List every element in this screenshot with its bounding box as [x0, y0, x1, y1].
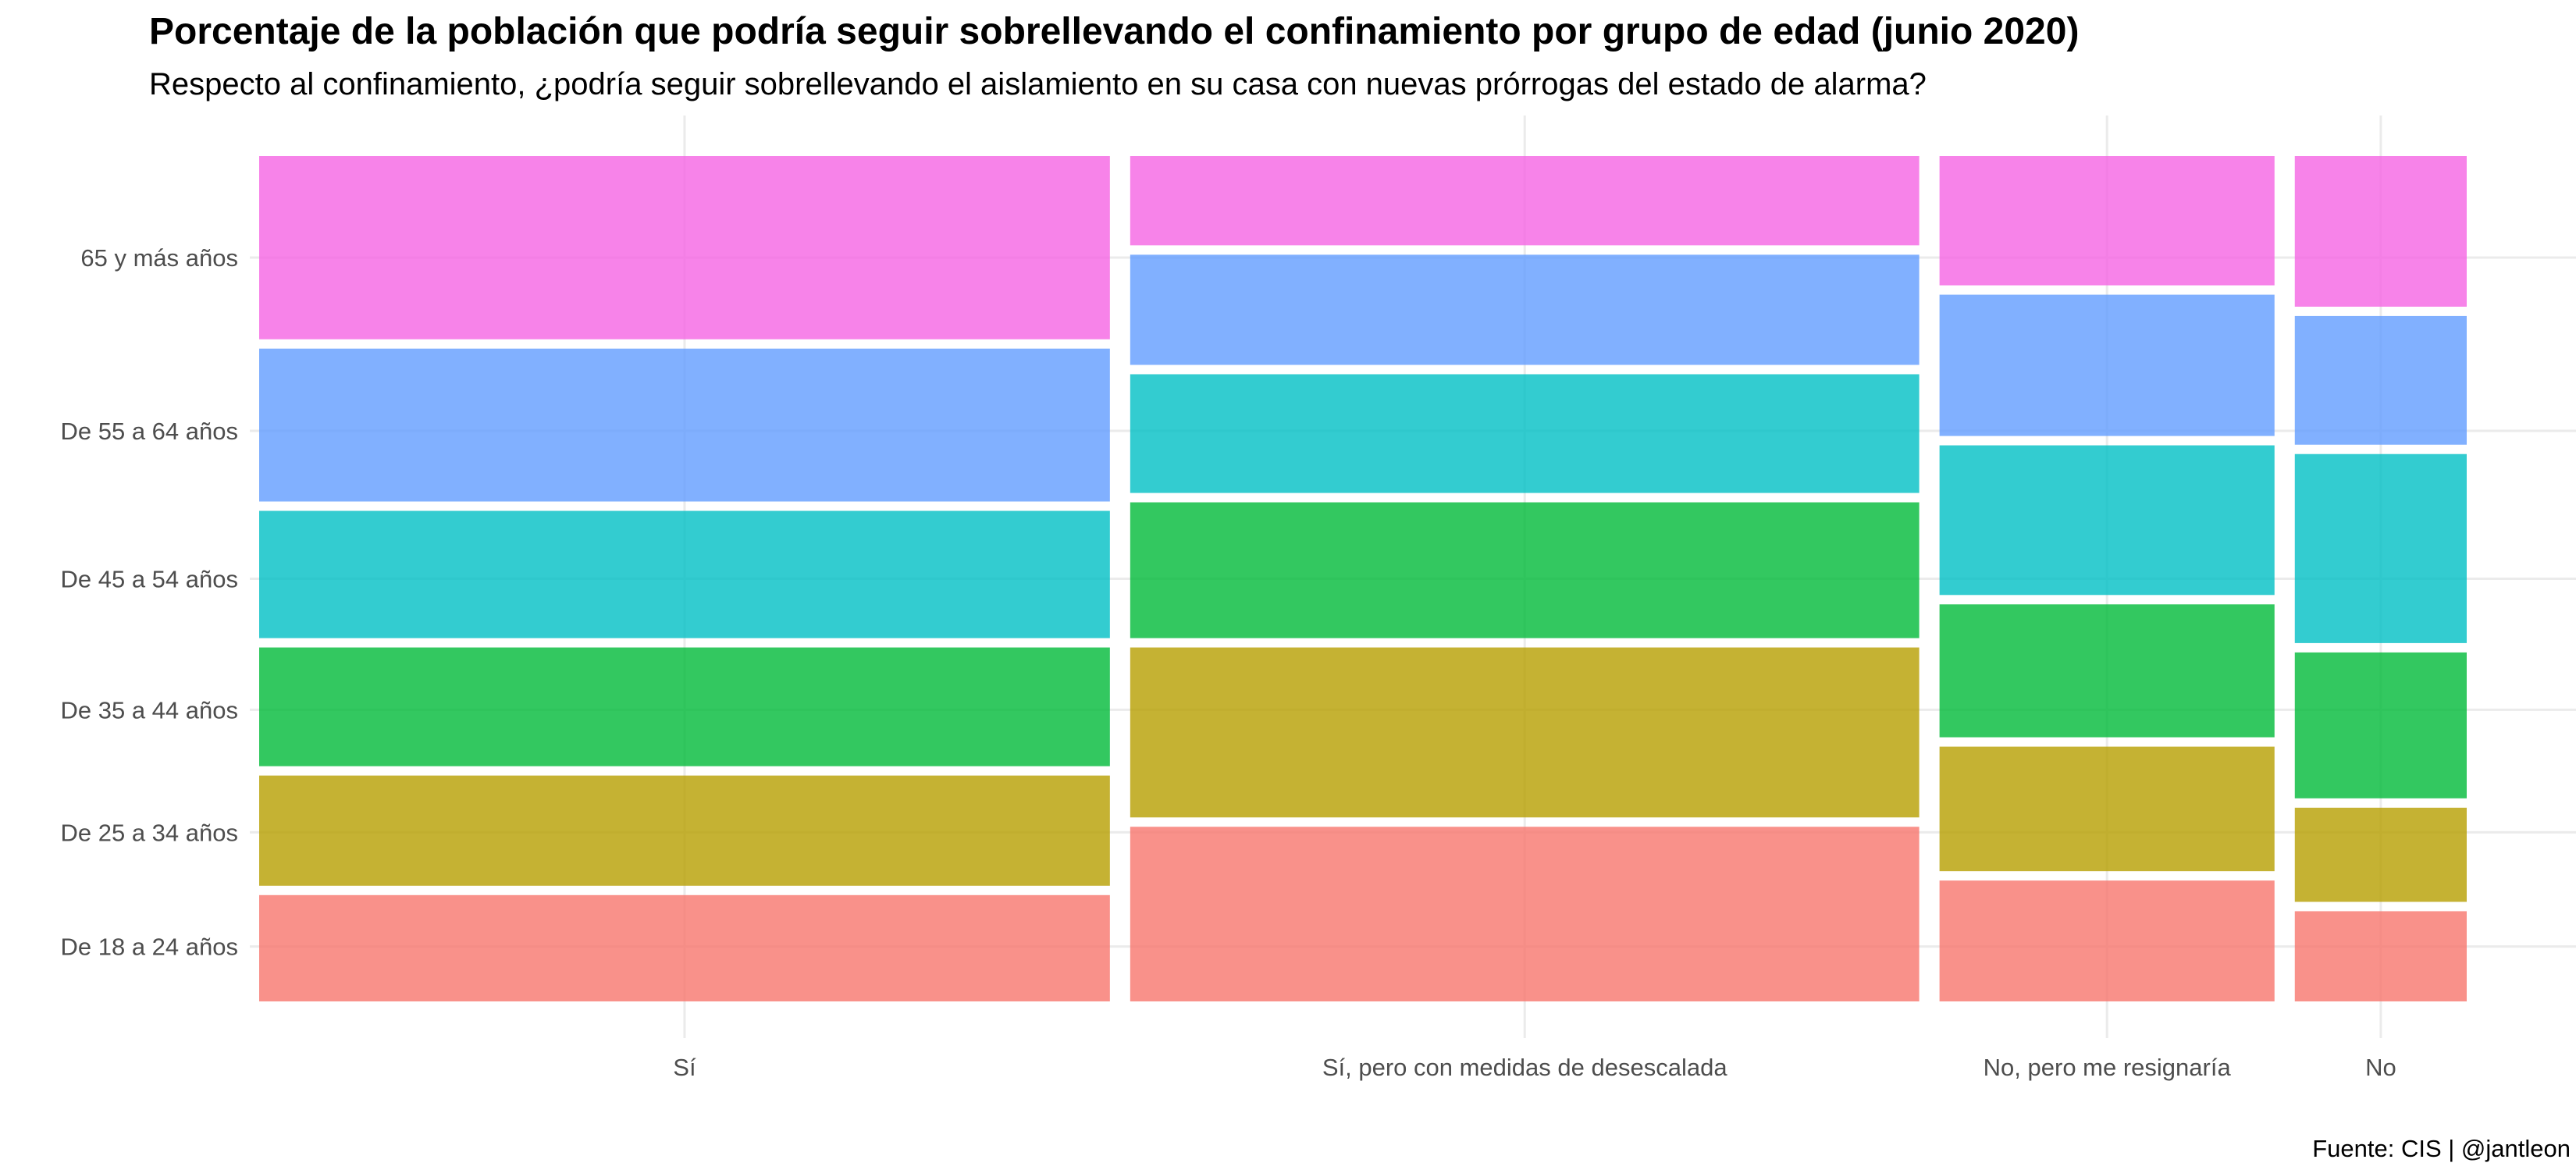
y-tick-label: De 35 a 44 años [60, 696, 238, 724]
mosaic-tile [259, 156, 1110, 340]
x-axis-labels: Sí Sí, pero con medidas de desescalada No,… [673, 1054, 2396, 1081]
mosaic-tile [1130, 374, 1920, 493]
y-tick-label: 65 y más años [80, 244, 238, 272]
mosaic-tile [1130, 156, 1920, 246]
mosaic-tile [259, 894, 1110, 1001]
mosaic-tile [259, 348, 1110, 502]
mosaic-tile [2294, 911, 2467, 1001]
chart-title: Porcentaje de la población que podría se… [149, 11, 2079, 52]
mosaic-tile [259, 775, 1110, 886]
chart-caption: Fuente: CIS | @jantleon [2312, 1135, 2571, 1162]
mosaic-tile [2294, 807, 2467, 902]
mosaic-tile [1939, 445, 2275, 596]
mosaic-tile [2294, 156, 2467, 307]
mosaic-tile [1130, 827, 1920, 1001]
mosaic-tile [1939, 880, 2275, 1001]
mosaic-tile [259, 647, 1110, 766]
x-tick-label: No [2365, 1054, 2396, 1081]
mosaic-tile [1939, 156, 2275, 286]
y-tick-label: De 45 a 54 años [60, 566, 238, 593]
x-tick-label: Sí, pero con medidas de desescalada [1322, 1054, 1727, 1081]
mosaic-tile [2294, 315, 2467, 445]
x-tick-label: Sí [673, 1054, 696, 1081]
mosaic-tiles [259, 156, 2467, 1001]
y-axis-labels: De 18 a 24 años De 25 a 34 años De 35 a 44… [60, 244, 238, 961]
mosaic-tile [1130, 502, 1920, 638]
mosaic-tile [1130, 254, 1920, 365]
y-tick-label: De 18 a 24 años [60, 934, 238, 961]
mosaic-tile [2294, 652, 2467, 798]
mosaic-tile [259, 510, 1110, 638]
y-tick-label: De 25 a 34 años [60, 819, 238, 846]
mosaic-tile [1939, 604, 2275, 738]
chart-subtitle: Respecto al confinamiento, ¿podría segui… [149, 67, 1927, 101]
x-tick-label: No, pero me resignaría [1984, 1054, 2232, 1081]
mosaic-tile [2294, 453, 2467, 643]
mosaic-tile [1939, 746, 2275, 872]
mosaic-tile [1939, 294, 2275, 436]
y-tick-label: De 55 a 64 años [60, 418, 238, 445]
mosaic-chart: Porcentaje de la población que podría se… [60, 11, 2576, 1162]
mosaic-tile [1130, 647, 1920, 818]
